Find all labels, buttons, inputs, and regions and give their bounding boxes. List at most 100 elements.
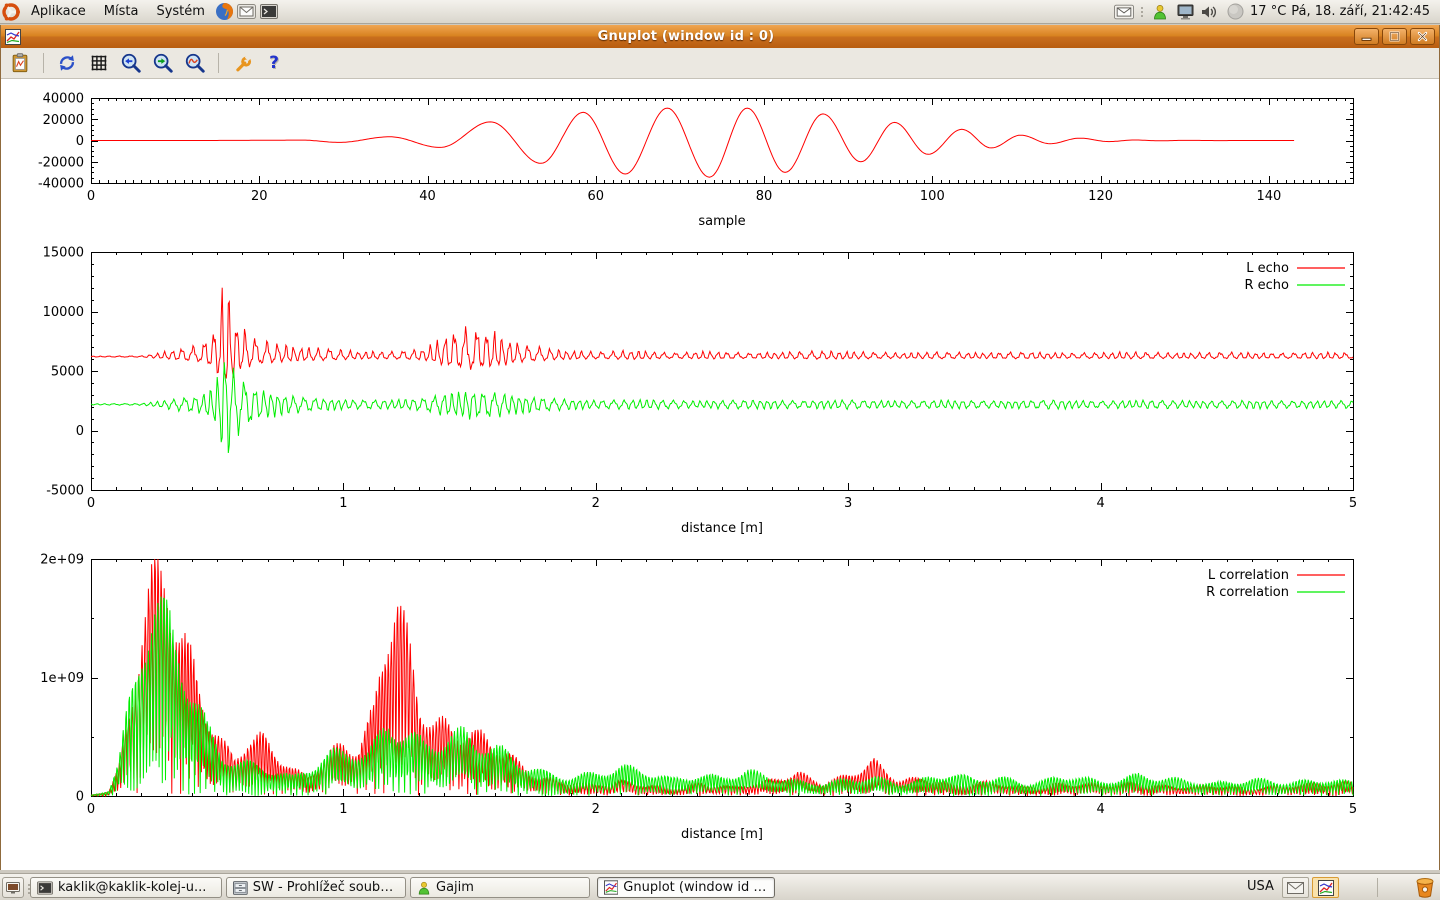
gajim-icon [417, 881, 431, 895]
task-button-label: SW - Prohlížeč souborů [253, 880, 399, 895]
replot-button[interactable] [54, 50, 80, 76]
svg-text:R echo: R echo [1244, 278, 1289, 293]
toolbar-separator [218, 53, 219, 73]
gajim-status-icon[interactable] [1150, 2, 1170, 22]
close-icon [1417, 31, 1428, 42]
firefox-launcher-icon[interactable] [214, 1, 236, 23]
svg-text:0: 0 [76, 134, 84, 149]
toolbar-separator [43, 53, 44, 73]
window-titlebar[interactable]: Gnuplot (window id : 0) [1, 25, 1439, 48]
menu-system[interactable]: Systém [147, 0, 213, 24]
maximize-button[interactable] [1382, 28, 1407, 45]
zoom-next-icon [152, 52, 174, 74]
window-toolbar: ? [1, 48, 1439, 79]
zoom-previous-button[interactable] [118, 50, 144, 76]
trash-button[interactable] [1413, 876, 1437, 899]
clock-applet[interactable]: Pá, 18. září, 21:42:45 [1291, 4, 1430, 19]
x-axis-title: distance [m] [681, 521, 763, 536]
zoom-all-button[interactable] [182, 50, 208, 76]
svg-text:R correlation: R correlation [1206, 585, 1289, 600]
minimize-button[interactable] [1354, 28, 1379, 45]
tick-labels: 01234501e+092e+09distance [m] [40, 553, 1357, 843]
mail-notifier-icon[interactable] [1114, 2, 1134, 22]
window-title: Gnuplot (window id : 0) [21, 29, 1351, 44]
weather-icon[interactable] [1225, 2, 1245, 22]
svg-text:0: 0 [87, 189, 95, 204]
task-button-file-manager[interactable]: SW - Prohlížeč souborů [226, 877, 406, 898]
svg-text:5: 5 [1349, 496, 1357, 511]
ubuntu-logo-icon [2, 3, 20, 21]
svg-text:3: 3 [844, 802, 852, 817]
help-question-glyph: ? [269, 53, 279, 73]
svg-text:L echo: L echo [1246, 261, 1289, 276]
svg-text:-5000: -5000 [46, 484, 84, 499]
task-button-terminal[interactable]: kaklik@kaklik-kolej-u... [30, 877, 222, 898]
svg-text:20000: 20000 [43, 113, 84, 128]
svg-text:2e+09: 2e+09 [40, 553, 84, 568]
series-l-echo [91, 288, 1353, 379]
task-button-gajim[interactable]: Gajim [410, 877, 590, 898]
task-button-gnuplot[interactable]: Gnuplot (window id : 0) [597, 877, 775, 898]
axes [91, 252, 1354, 491]
svg-text:10000: 10000 [43, 305, 84, 320]
chart-3: 01234501e+092e+09distance [m]L correlati… [40, 553, 1357, 843]
svg-text:1: 1 [339, 496, 347, 511]
menu-aplikace[interactable]: Aplikace [22, 0, 95, 24]
legend: L correlationR correlation [1206, 568, 1345, 600]
x-axis-title: sample [698, 214, 745, 229]
svg-text:0: 0 [87, 802, 95, 817]
svg-text:40: 40 [419, 189, 436, 204]
svg-text:60: 60 [588, 189, 605, 204]
series-signal [91, 108, 1294, 177]
volume-icon[interactable] [1200, 2, 1220, 22]
zoom-previous-icon [120, 52, 142, 74]
mail-tray-button[interactable] [1282, 877, 1309, 898]
grid-toggle-button[interactable] [86, 50, 112, 76]
mail-tray-icon [1287, 882, 1304, 894]
grid-icon [88, 52, 110, 74]
help-button[interactable]: ? [261, 50, 287, 76]
svg-text:0: 0 [76, 424, 84, 439]
tick-labels: 020406080100120140-40000-200000200004000… [38, 92, 1281, 230]
menu-mista[interactable]: Místa [95, 0, 148, 24]
close-button[interactable] [1410, 28, 1435, 45]
gnuplot-icon [604, 880, 618, 895]
gnuplot-tray-button[interactable] [1312, 877, 1339, 898]
plot-canvas[interactable]: 020406080100120140-40000-200000200004000… [1, 79, 1439, 870]
zoom-all-icon [184, 52, 206, 74]
series-l-correlation [91, 559, 1353, 796]
svg-text:-20000: -20000 [38, 155, 84, 170]
show-desktop-button[interactable] [2, 877, 24, 898]
svg-text:40000: 40000 [43, 92, 84, 107]
email-launcher-icon[interactable] [236, 1, 258, 23]
x-axis-title: distance [m] [681, 827, 763, 842]
gnuplot-window: Gnuplot (window id : 0) [0, 25, 1440, 870]
display-settings-icon[interactable] [1175, 2, 1195, 22]
email-envelope-icon [237, 4, 256, 19]
terminal-icon [37, 881, 53, 895]
svg-text:140: 140 [1256, 189, 1281, 204]
svg-text:0: 0 [87, 496, 95, 511]
firefox-icon [215, 2, 234, 21]
temperature-label[interactable]: 17 °C [1250, 4, 1286, 19]
svg-text:4: 4 [1096, 802, 1104, 817]
settings-button[interactable] [229, 50, 255, 76]
svg-text:4: 4 [1096, 496, 1104, 511]
charts-svg: 020406080100120140-40000-200000200004000… [1, 79, 1439, 870]
copy-to-clipboard-button[interactable] [7, 50, 33, 76]
copy-to-clipboard-icon [9, 52, 31, 74]
minimize-icon [1361, 32, 1372, 41]
chart-1: 020406080100120140-40000-200000200004000… [38, 92, 1354, 230]
window-icon [5, 29, 21, 45]
task-button-label: Gajim [436, 880, 474, 895]
zoom-next-button[interactable] [150, 50, 176, 76]
ubuntu-menu-icon[interactable] [0, 1, 22, 23]
terminal-launcher-icon[interactable] [258, 1, 280, 23]
maximize-icon [1389, 31, 1400, 42]
keyboard-layout-indicator[interactable]: USA [1247, 879, 1274, 894]
svg-text:5: 5 [1349, 802, 1357, 817]
tray-applet-handle[interactable] [1139, 3, 1145, 21]
svg-text:2: 2 [592, 496, 600, 511]
legend: L echo R echo [1244, 261, 1345, 293]
gnome-bottom-panel: kaklik@kaklik-kolej-u... SW - Prohlížeč … [0, 873, 1440, 900]
